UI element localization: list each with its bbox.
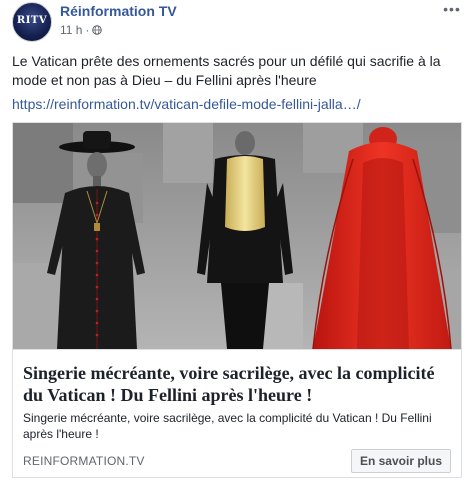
post-text: Le Vatican prête des ornements sacrés po… [12,53,441,88]
avatar-logo-text: RITV [16,15,48,26]
globe-icon [92,25,103,35]
learn-more-button[interactable]: En savoir plus [350,449,451,473]
post-header: RITV Réinformation TV 11 h · ••• [0,0,474,48]
post-timestamp[interactable]: 11 h [60,23,82,37]
card-image[interactable] [13,123,461,349]
card-description: Singerie mécréante, voire sacrilège, ave… [23,411,432,441]
card-domain: REINFORMATION.TV [23,454,145,468]
page-name-link[interactable]: Réinformation TV [60,3,177,19]
link-preview-card[interactable]: Singerie mécréante, voire sacrilège, ave… [12,122,462,478]
card-title[interactable]: Singerie mécréante, voire sacrilège, ave… [23,362,453,406]
post-meta: 11 h · [60,23,103,37]
post-link[interactable]: https://reinformation.tv/vatican-defile-… [12,96,361,112]
page-avatar[interactable]: RITV [12,2,52,42]
ellipsis-icon[interactable]: ••• [442,2,462,18]
meta-separator: · [85,23,90,37]
card-body[interactable]: Singerie mécréante, voire sacrilège, ave… [13,349,461,477]
fashion-mannequins-photo [13,123,461,349]
